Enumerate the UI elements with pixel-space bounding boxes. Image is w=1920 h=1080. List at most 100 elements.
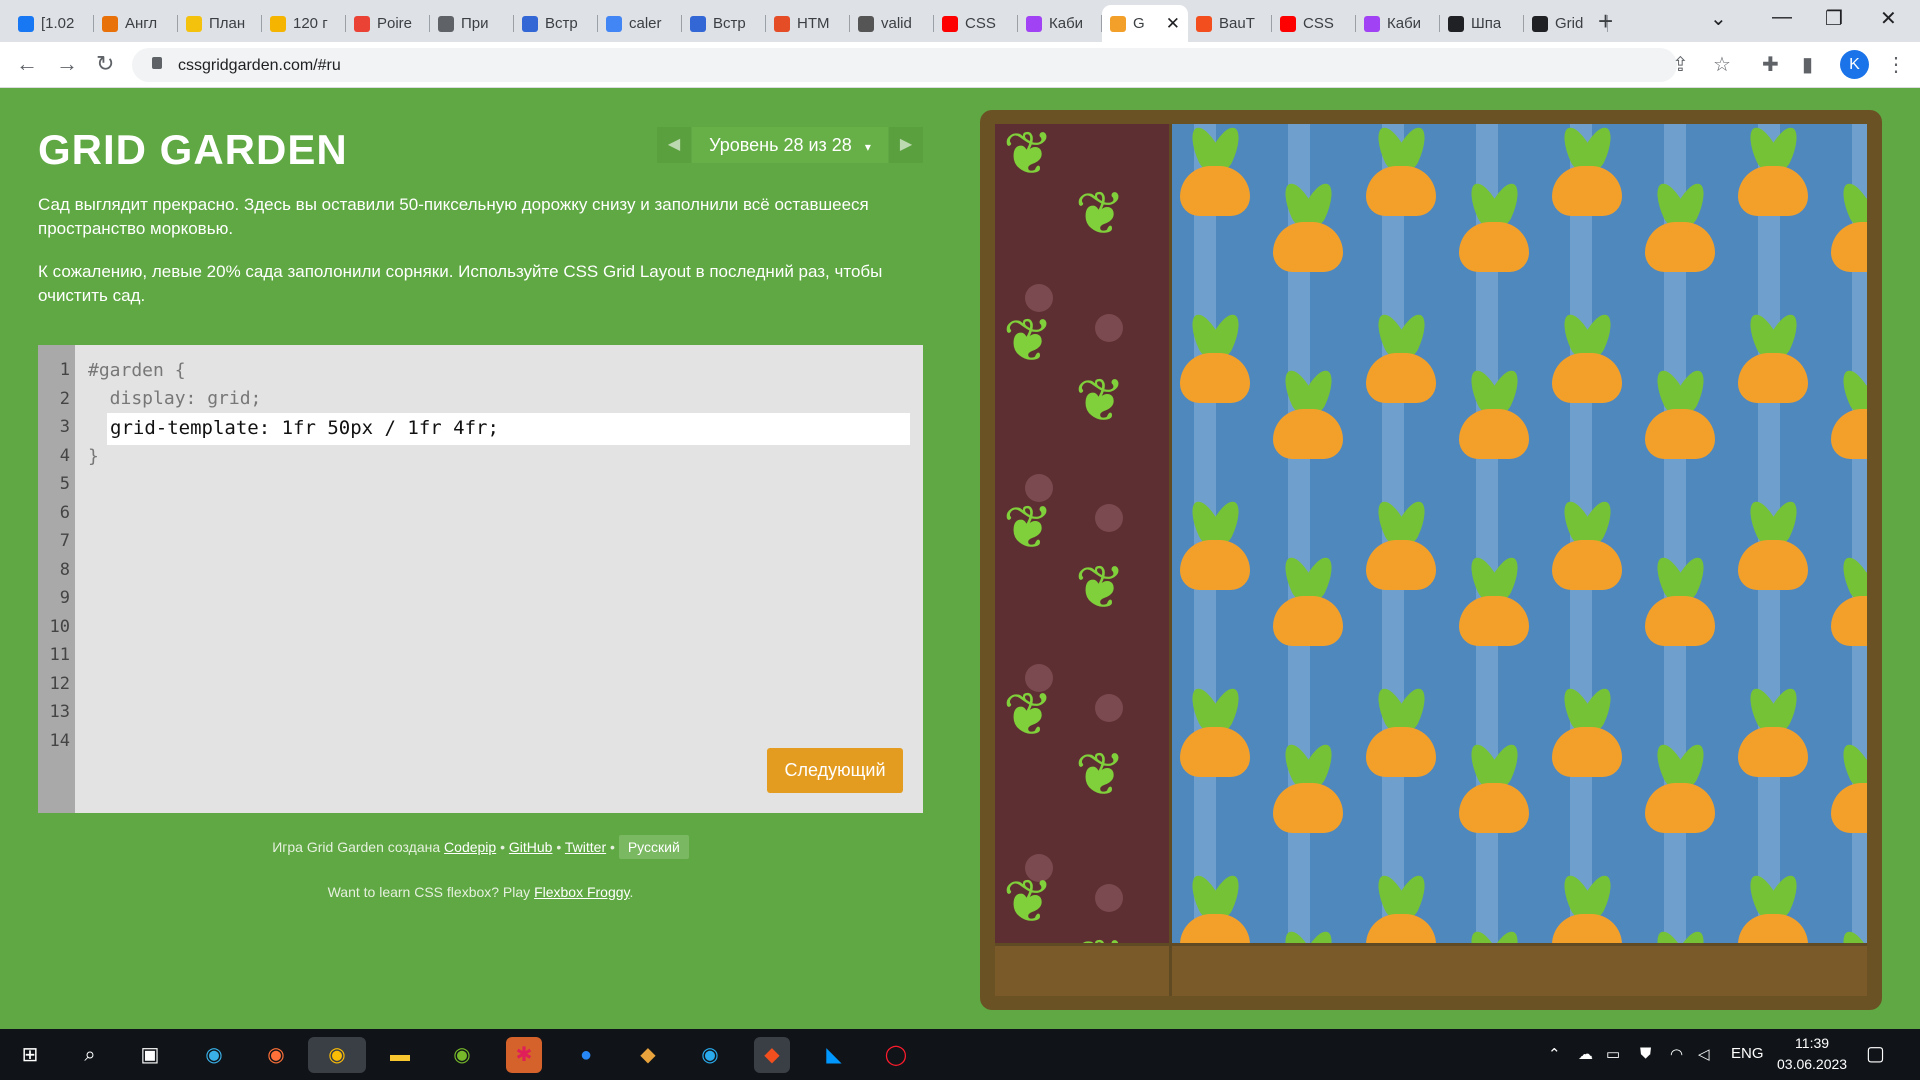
browser-toolbar: ← → ↻ cssgridgarden.com/#ru ⇪ ☆ ✚ ▮ K ⋮ bbox=[0, 42, 1920, 88]
carrot-part bbox=[1458, 596, 1529, 646]
address-bar[interactable]: cssgridgarden.com/#ru bbox=[132, 48, 1677, 82]
level-dropdown[interactable]: Уровень 28 из 28 ▾ bbox=[692, 127, 888, 163]
chrome-icon[interactable]: ◉ bbox=[308, 1037, 366, 1073]
line-number: 5 bbox=[59, 474, 70, 494]
prev-level-button[interactable]: ◀ bbox=[657, 127, 691, 163]
weed-icon: ❦ bbox=[1003, 494, 1054, 561]
carrot-part bbox=[1179, 540, 1250, 590]
github-link[interactable]: GitHub bbox=[509, 839, 553, 855]
extensions-icon[interactable]: ✚ bbox=[1762, 52, 1779, 77]
carrot-icon bbox=[1645, 927, 1715, 943]
notifications-icon[interactable]: ▢ bbox=[1866, 1041, 1885, 1066]
separator: • bbox=[500, 839, 505, 855]
windows-start-icon[interactable]: ⊞ bbox=[12, 1037, 48, 1073]
browser-tab[interactable]: Grid bbox=[1524, 5, 1608, 42]
browser-tab[interactable]: При bbox=[430, 5, 514, 42]
carrot-part bbox=[1365, 353, 1436, 403]
battery-icon[interactable]: ▭ bbox=[1606, 1045, 1620, 1063]
slack-icon[interactable]: ✱ bbox=[506, 1037, 542, 1073]
new-tab-button[interactable]: + bbox=[1598, 6, 1613, 37]
volume-icon[interactable]: ◁ bbox=[1698, 1045, 1710, 1063]
tab-title: valid bbox=[881, 15, 912, 32]
credits-text: Игра Grid Garden создана bbox=[272, 839, 441, 855]
instructions-paragraph-1: Сад выглядит прекрасно. Здесь вы оставил… bbox=[38, 195, 869, 238]
lock-icon[interactable] bbox=[152, 57, 162, 69]
browser-tab[interactable]: CSS bbox=[1272, 5, 1356, 42]
vk-icon[interactable]: ● bbox=[568, 1037, 604, 1073]
figma-icon[interactable]: ◆ bbox=[754, 1037, 790, 1073]
browser-tab[interactable]: Каби bbox=[1018, 5, 1102, 42]
gitkraken-icon[interactable]: ◆ bbox=[630, 1037, 666, 1073]
next-level-button[interactable]: ▶ bbox=[889, 127, 923, 163]
carrot-icon bbox=[1458, 366, 1529, 459]
clock[interactable]: 11:39 03.06.2023 bbox=[1777, 1033, 1847, 1075]
share-icon[interactable]: ⇪ bbox=[1672, 52, 1689, 77]
close-tab-icon[interactable]: ✕ bbox=[1166, 14, 1180, 34]
carrot-part bbox=[1737, 353, 1808, 403]
browser-tab[interactable]: План bbox=[178, 5, 262, 42]
file-explorer-icon[interactable]: ▬ bbox=[382, 1037, 418, 1073]
opera-icon[interactable]: ◯ bbox=[878, 1037, 914, 1073]
page-title: GRID GARDEN bbox=[38, 126, 348, 173]
profile-avatar[interactable]: K bbox=[1840, 50, 1869, 79]
browser-tab[interactable]: [1.02 bbox=[10, 5, 94, 42]
browser-tab[interactable]: Poire bbox=[346, 5, 430, 42]
codepip-link[interactable]: Codepip bbox=[444, 839, 496, 855]
network-off-icon[interactable]: ☁ bbox=[1578, 1045, 1593, 1063]
browser-tab[interactable]: G ✕ bbox=[1102, 5, 1188, 42]
browser-tab[interactable]: Встр bbox=[682, 5, 766, 42]
carrot-part bbox=[1644, 222, 1715, 272]
css-code-input[interactable]: grid-template: 1fr 50px / 1fr 4fr; bbox=[107, 413, 910, 445]
menu-icon[interactable]: ⋮ bbox=[1886, 52, 1906, 77]
tab-title: 120 г bbox=[293, 15, 328, 32]
bookmark-star-icon[interactable]: ☆ bbox=[1713, 52, 1731, 77]
browser-tab[interactable]: Встр bbox=[514, 5, 598, 42]
browser-tab[interactable]: caler bbox=[598, 5, 682, 42]
browser-tab[interactable]: Шпа bbox=[1440, 5, 1524, 42]
search-icon[interactable]: ⌕ bbox=[72, 1037, 108, 1073]
browser-tab[interactable]: Англ bbox=[94, 5, 178, 42]
flexbox-promo-suffix: . bbox=[629, 884, 634, 900]
reload-icon[interactable]: ↻ bbox=[96, 51, 114, 77]
forward-arrow-icon[interactable]: → bbox=[56, 51, 78, 77]
next-button[interactable]: Следующий bbox=[767, 748, 903, 793]
task-view-icon[interactable]: ▣ bbox=[132, 1037, 168, 1073]
carrot-icon bbox=[1272, 553, 1343, 646]
code-line-open: #garden { bbox=[88, 360, 186, 381]
edge-icon[interactable]: ◉ bbox=[196, 1037, 232, 1073]
vscode-icon[interactable]: ◣ bbox=[816, 1037, 852, 1073]
telegram-icon[interactable]: ◉ bbox=[692, 1037, 728, 1073]
restore-button[interactable]: ❐ bbox=[1825, 6, 1843, 31]
browser-tab[interactable]: Каби bbox=[1356, 5, 1440, 42]
tab-title: Poire bbox=[377, 15, 413, 32]
tab-title: Каби bbox=[1387, 15, 1422, 32]
security-icon[interactable]: ⛊ bbox=[1640, 1045, 1651, 1062]
language-button[interactable]: Русский bbox=[618, 835, 689, 859]
side-panel-icon[interactable]: ▮ bbox=[1802, 52, 1813, 77]
firefox-icon[interactable]: ◉ bbox=[258, 1037, 294, 1073]
browser-tab[interactable]: valid bbox=[850, 5, 934, 42]
twitter-link[interactable]: Twitter bbox=[565, 839, 606, 855]
minimize-button[interactable]: — bbox=[1772, 6, 1792, 29]
utorrent-icon[interactable]: ◉ bbox=[444, 1037, 480, 1073]
line-number: 2 bbox=[59, 388, 70, 409]
weed-icon: ❦ bbox=[1003, 124, 1054, 187]
close-window-button[interactable]: ✕ bbox=[1880, 6, 1897, 31]
tab-search-icon[interactable]: ⌄ bbox=[1710, 6, 1727, 31]
browser-tab[interactable]: HTM bbox=[766, 5, 850, 42]
browser-tab[interactable]: 120 г bbox=[262, 5, 346, 42]
flexbox-froggy-link[interactable]: Flexbox Froggy bbox=[534, 884, 629, 900]
carrot-icon bbox=[1737, 310, 1808, 403]
carrot-part bbox=[1830, 222, 1867, 272]
carrot-area bbox=[1171, 124, 1867, 943]
back-arrow-icon[interactable]: ← bbox=[16, 51, 38, 77]
carrot-part bbox=[1179, 353, 1250, 403]
tab-title: caler bbox=[629, 15, 662, 32]
tab-favicon-icon bbox=[858, 15, 874, 32]
browser-tab[interactable]: ВаuТ bbox=[1188, 5, 1272, 42]
browser-tab[interactable]: CSS bbox=[934, 5, 1018, 42]
language-indicator[interactable]: ENG bbox=[1731, 1045, 1764, 1062]
tray-chevron-icon[interactable]: ⌃ bbox=[1548, 1045, 1561, 1063]
wifi-icon[interactable]: ◠ bbox=[1670, 1045, 1683, 1063]
carrot-part bbox=[1551, 914, 1622, 943]
